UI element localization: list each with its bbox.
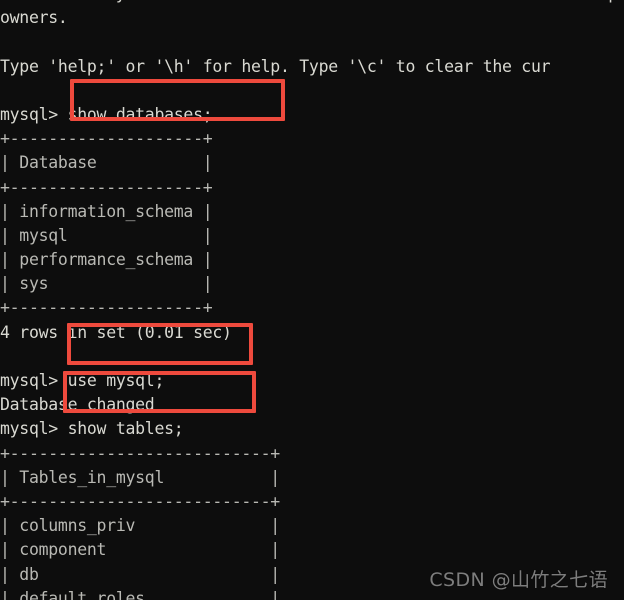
terminal-line: +--------------------+ bbox=[0, 129, 213, 149]
terminal-line: mysql> use mysql; bbox=[0, 371, 165, 390]
terminal-line: +--------------------+ bbox=[0, 298, 213, 318]
terminal-line: +---------------------------+ bbox=[0, 491, 280, 511]
terminal-line: | performance_schema | bbox=[0, 250, 213, 270]
terminal-output[interactable]: y p owners. Type 'help;' or '\h' for help… bbox=[0, 0, 624, 600]
terminal-line: mysql> show tables; bbox=[0, 419, 184, 439]
terminal-line: 4 rows in set (0.01 sec) bbox=[0, 322, 232, 342]
terminal-line: +--------------------+ bbox=[0, 177, 213, 197]
terminal-line: | columns_priv | bbox=[0, 516, 280, 536]
terminal-line: Database changed bbox=[0, 395, 155, 415]
terminal-line: owners. bbox=[0, 8, 68, 28]
terminal-line: +---------------------------+ bbox=[0, 443, 280, 463]
terminal-line: y p bbox=[0, 0, 624, 6]
terminal-line: | information_schema | bbox=[0, 201, 213, 221]
terminal-line: | Database | bbox=[0, 153, 213, 173]
csdn-watermark: CSDN @山竹之七语 bbox=[429, 569, 608, 591]
terminal-line: Type 'help;' or '\h' for help. Type '\c'… bbox=[0, 56, 551, 76]
terminal-line: | component | bbox=[0, 540, 280, 560]
terminal-line: | sys | bbox=[0, 274, 213, 294]
terminal-line: | Tables_in_mysql | bbox=[0, 467, 280, 487]
terminal-line: mysql> show databases; bbox=[0, 104, 213, 124]
terminal-screen: y p owners. Type 'help;' or '\h' for help… bbox=[0, 0, 624, 600]
terminal-line: | mysql | bbox=[0, 225, 213, 245]
